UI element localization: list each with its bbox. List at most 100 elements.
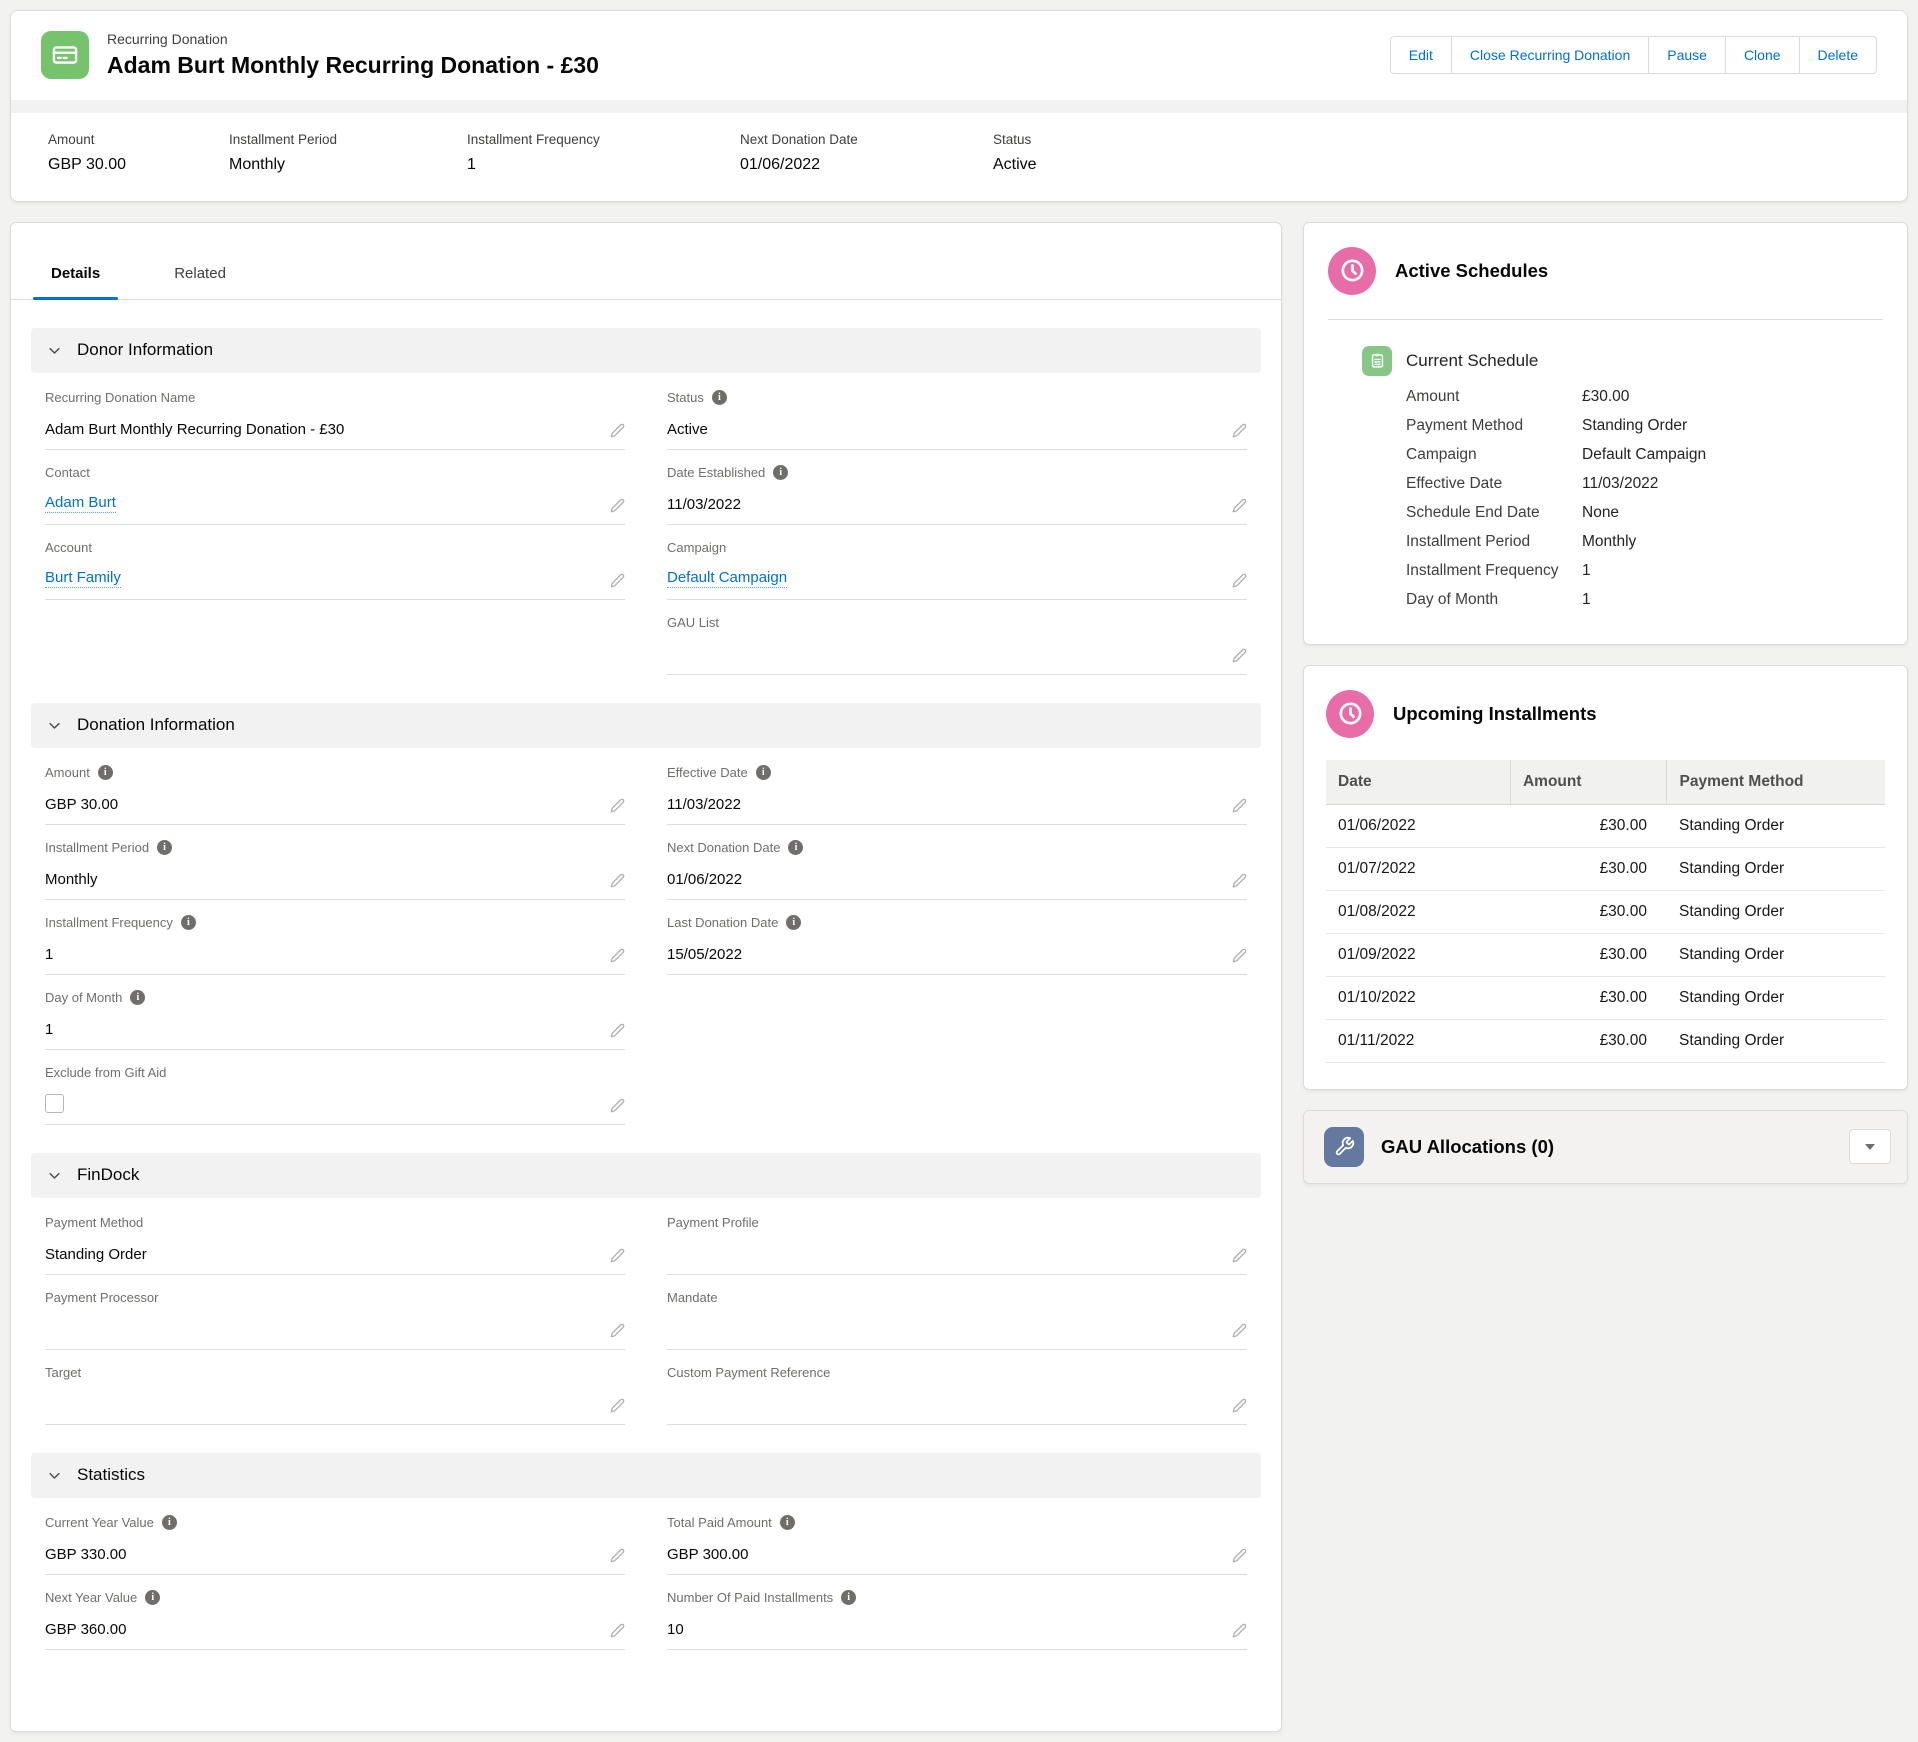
field-placeholder (667, 975, 1247, 1050)
field-value-row: GBP 300.00 (667, 1541, 1247, 1563)
record-identity: Recurring Donation Adam Burt Monthly Rec… (41, 31, 599, 80)
field-label: Installment Period (45, 840, 149, 855)
installment-amount: £30.00 (1510, 804, 1667, 847)
record-link-burt-family[interactable]: Burt Family (45, 569, 121, 588)
edit-pencil-icon[interactable] (610, 948, 625, 963)
installment-amount: £30.00 (1510, 847, 1667, 890)
current-schedule-fields: Amount£30.00Payment MethodStanding Order… (1406, 382, 1883, 614)
field-recurring-donation-name: Recurring Donation NameAdam Burt Monthly… (45, 375, 625, 450)
highlights-panel: Amount GBP 30.00 Installment Period Mont… (11, 113, 1907, 201)
edit-pencil-icon[interactable] (1232, 648, 1247, 663)
field-value-row: 1 (45, 941, 625, 963)
edit-pencil-icon[interactable] (610, 1623, 625, 1638)
tab-related[interactable]: Related (156, 265, 244, 299)
chevron-down-icon (47, 1468, 62, 1483)
edit-pencil-icon[interactable] (1232, 798, 1247, 813)
chevron-down-icon (47, 343, 62, 358)
edit-pencil-icon[interactable] (610, 498, 625, 513)
edit-pencil-icon[interactable] (610, 1548, 625, 1563)
field-label: Campaign (667, 540, 726, 555)
edit-button[interactable]: Edit (1390, 36, 1452, 74)
edit-pencil-icon[interactable] (1232, 498, 1247, 513)
info-icon: i (162, 1515, 177, 1530)
field-label-row: Payment Processor (45, 1290, 625, 1306)
field-value-row (667, 1391, 1247, 1413)
section-title: Statistics (77, 1465, 145, 1485)
field-label-row: Last Donation Datei (667, 915, 1247, 931)
field-exclude-from-gift-aid: Exclude from Gift Aid (45, 1050, 625, 1125)
schedule-field-value-amount: £30.00 (1582, 382, 1883, 411)
edit-pencil-icon[interactable] (1232, 873, 1247, 888)
edit-pencil-icon[interactable] (1232, 1323, 1247, 1338)
field-value: Monthly (45, 871, 98, 888)
installment-amount: £30.00 (1510, 890, 1667, 933)
field-label: Total Paid Amount (667, 1515, 772, 1530)
field-label-row: Effective Datei (667, 765, 1247, 781)
field-value-row: GBP 330.00 (45, 1541, 625, 1563)
section-header-donor-information[interactable]: Donor Information (31, 328, 1261, 373)
edit-pencil-icon[interactable] (1232, 1398, 1247, 1413)
field-label: GAU List (667, 615, 719, 630)
checkbox-unchecked[interactable] (45, 1094, 64, 1113)
schedule-clipboard-icon (1362, 346, 1392, 376)
close-recurring-donation-button[interactable]: Close Recurring Donation (1451, 36, 1649, 74)
field-label-row: GAU List (667, 615, 1247, 631)
field-label-row: Number Of Paid Installmentsi (667, 1590, 1247, 1606)
field-label: Exclude from Gift Aid (45, 1065, 166, 1080)
upcoming-installments-header: Upcoming Installments (1326, 666, 1885, 760)
field-label-row: Payment Profile (667, 1215, 1247, 1231)
section-header-donation-information[interactable]: Donation Information (31, 703, 1261, 748)
field-label-row: Amounti (45, 765, 625, 781)
edit-pencil-icon[interactable] (610, 873, 625, 888)
delete-button[interactable]: Delete (1799, 36, 1877, 74)
edit-pencil-icon[interactable] (610, 573, 625, 588)
edit-pencil-icon[interactable] (1232, 573, 1247, 588)
edit-pencil-icon[interactable] (610, 1248, 625, 1263)
info-icon: i (145, 1590, 160, 1605)
record-type-label: Recurring Donation (107, 31, 599, 47)
field-value-row: Monthly (45, 866, 625, 888)
edit-pencil-icon[interactable] (610, 1023, 625, 1038)
record-link-default-campaign[interactable]: Default Campaign (667, 569, 787, 588)
field-installment-period: Installment Period i Monthly (45, 825, 625, 900)
edit-pencil-icon[interactable] (610, 798, 625, 813)
field-label-row: Total Paid Amounti (667, 1515, 1247, 1531)
field-label-row: Exclude from Gift Aid (45, 1065, 625, 1081)
installment-date: 01/09/2022 (1326, 933, 1510, 976)
pause-button[interactable]: Pause (1648, 36, 1726, 74)
field-value: GBP 30.00 (45, 796, 118, 813)
upcoming-installments-title: Upcoming Installments (1393, 703, 1597, 725)
clone-button[interactable]: Clone (1725, 36, 1800, 74)
edit-pencil-icon[interactable] (1232, 948, 1247, 963)
field-value: GBP 300.00 (667, 1546, 748, 1563)
field-value-row: 01/06/2022 (667, 866, 1247, 888)
field-target: Target (45, 1350, 625, 1425)
edit-pencil-icon[interactable] (610, 423, 625, 438)
edit-pencil-icon[interactable] (610, 1098, 625, 1113)
installment-date: 01/08/2022 (1326, 890, 1510, 933)
field-value: Active (667, 421, 708, 438)
edit-pencil-icon[interactable] (1232, 1248, 1247, 1263)
info-icon: i (157, 840, 172, 855)
active-schedules-card: Active Schedules (1303, 222, 1908, 645)
info-icon: i (756, 765, 771, 780)
edit-pencil-icon[interactable] (1232, 1623, 1247, 1638)
edit-pencil-icon[interactable] (610, 1398, 625, 1413)
column-header-payment-method: Payment Method (1667, 760, 1885, 805)
current-schedule-title: Current Schedule (1406, 346, 1538, 376)
section-header-findock[interactable]: FinDock (31, 1153, 1261, 1198)
edit-pencil-icon[interactable] (1232, 1548, 1247, 1563)
gau-allocations-dropdown-button[interactable] (1849, 1129, 1891, 1164)
tab-details[interactable]: Details (33, 265, 118, 299)
schedule-field-value-day-of-month: 1 (1582, 585, 1883, 614)
field-payment-processor: Payment Processor (45, 1275, 625, 1350)
field-value: 11/03/2022 (667, 796, 741, 813)
record-link-adam-burt[interactable]: Adam Burt (45, 494, 116, 513)
schedule-field-value-campaign: Default Campaign (1582, 440, 1883, 469)
edit-pencil-icon[interactable] (1232, 423, 1247, 438)
summary-field-installment-frequency: Installment Frequency 1 (467, 132, 740, 174)
field-placeholder (667, 1050, 1247, 1125)
installment-row: 01/09/2022£30.00Standing Order (1326, 933, 1885, 976)
edit-pencil-icon[interactable] (610, 1323, 625, 1338)
section-header-statistics[interactable]: Statistics (31, 1453, 1261, 1498)
